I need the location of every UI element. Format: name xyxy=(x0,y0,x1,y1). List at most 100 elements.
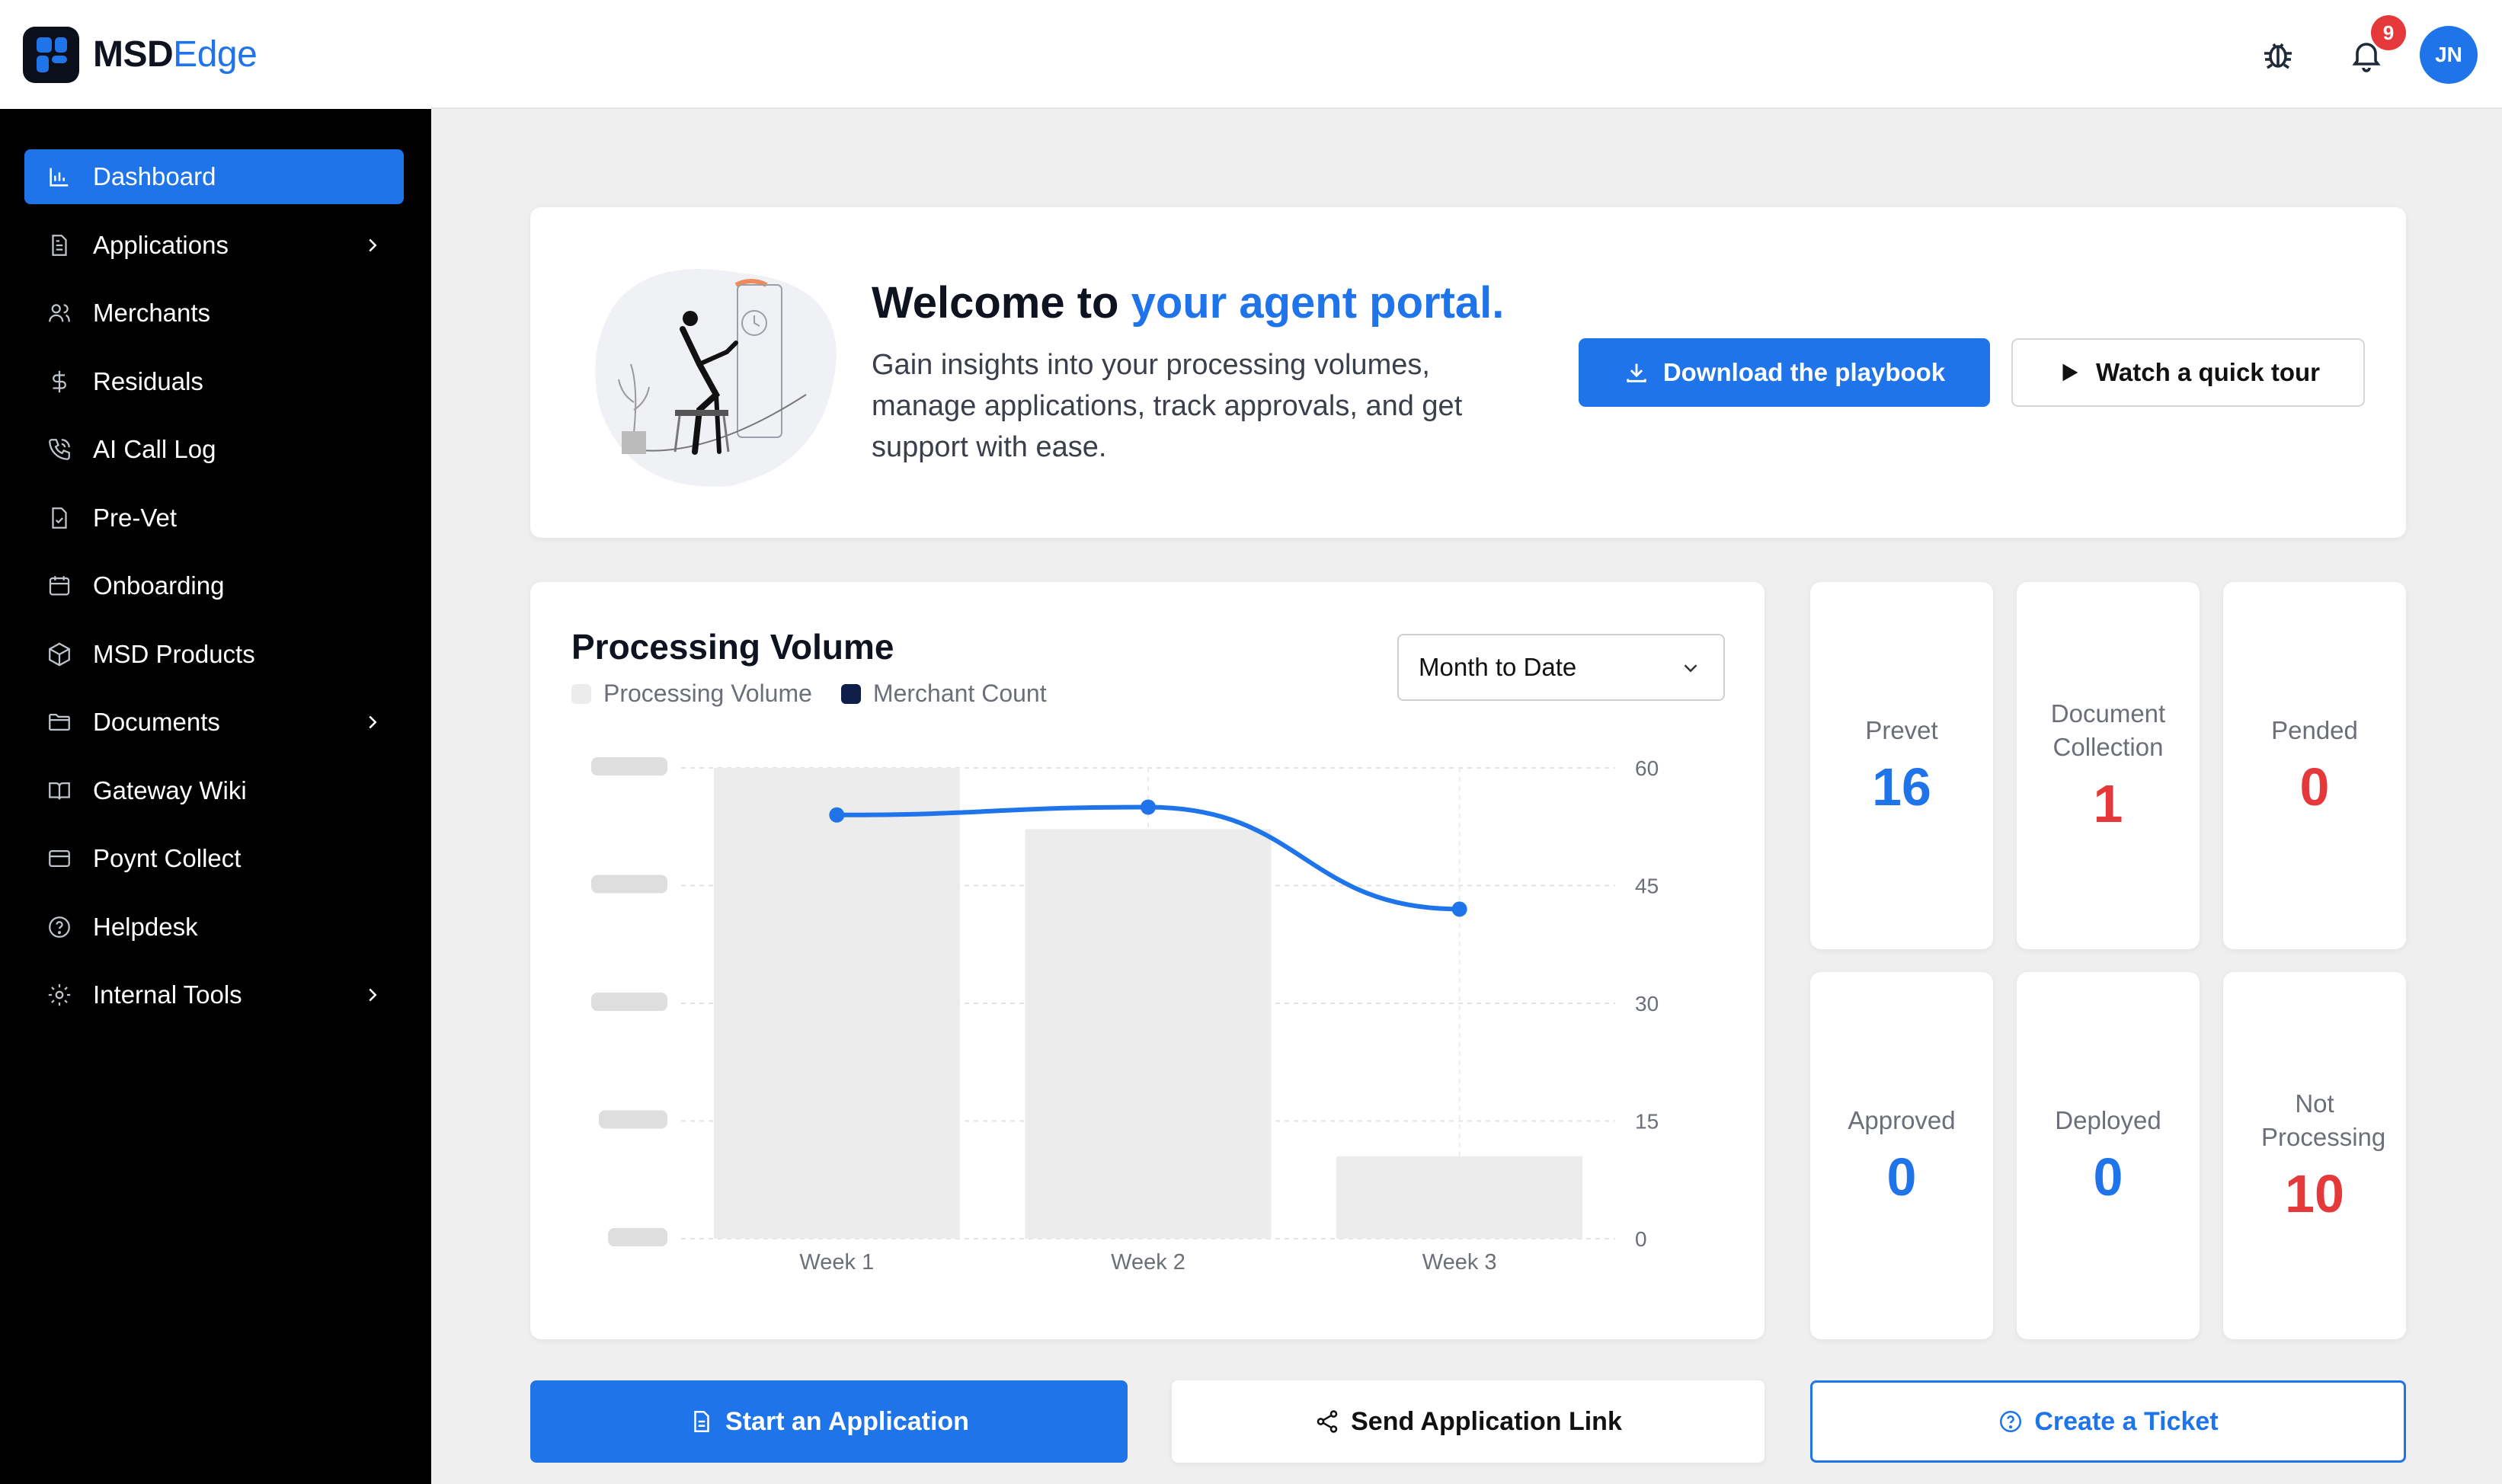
welcome-description: Gain insights into your processing volum… xyxy=(872,349,1463,463)
stat-label: Pended xyxy=(2271,716,2358,744)
stat-value: 1 xyxy=(2093,774,2123,833)
notification-badge: 9 xyxy=(2371,15,2406,50)
users-icon xyxy=(44,298,75,328)
stat-card-deployed[interactable]: Deployed 0 xyxy=(2017,972,2200,1339)
processing-volume-card: 0 15 30 45 60 Week 1 Week 2 Week 3 Processing V… xyxy=(530,582,1765,1339)
sidebar-item-label: Residuals xyxy=(93,366,203,395)
chevron-right-icon[interactable] xyxy=(361,983,384,1006)
download-playbook-button[interactable]: Download the playbook xyxy=(1579,338,1990,407)
sidebar-item-label: Applications xyxy=(93,230,229,259)
stat-label: Not Processing xyxy=(2261,1089,2386,1151)
merchant-count-point xyxy=(829,807,845,823)
y-right-tick-label: 15 xyxy=(1635,1110,1659,1134)
stat-card-not-processing[interactable]: Not Processing 10 xyxy=(2223,972,2406,1339)
file-icon xyxy=(44,230,75,261)
sidebar-item-label: Merchants xyxy=(93,299,211,327)
y-left-tick-label-blurred xyxy=(599,1110,667,1129)
create-ticket-label: Create a Ticket xyxy=(2034,1406,2219,1436)
send-application-link-button[interactable]: Send Application Link xyxy=(1172,1380,1765,1463)
play-icon xyxy=(2062,363,2078,382)
sidebar-item-dashboard[interactable]: Dashboard xyxy=(24,149,404,204)
book-icon xyxy=(44,776,75,806)
stat-label: Approved xyxy=(1848,1106,1956,1134)
sidebar-item-label: AI Call Log xyxy=(93,435,216,463)
y-left-tick-label-blurred xyxy=(591,757,667,776)
stat-value: 0 xyxy=(1886,1147,1917,1207)
sidebar-item-documents[interactable]: Documents xyxy=(24,695,404,750)
legend-item-merchant-count[interactable]: Merchant Count xyxy=(840,680,1047,708)
sidebar-item-pre-vet[interactable]: Pre-Vet xyxy=(24,491,404,545)
period-select-value: Month to Date xyxy=(1419,653,1577,681)
bug-icon[interactable] xyxy=(2260,37,2296,73)
sidebar-item-gateway-wiki[interactable]: Gateway Wiki xyxy=(24,763,404,818)
sidebar-item-helpdesk[interactable]: Helpdesk xyxy=(24,900,404,955)
sidebar-item-poynt-collect[interactable]: Poynt Collect xyxy=(24,831,404,886)
welcome-title: Welcome to your agent portal. xyxy=(872,278,1505,328)
user-avatar[interactable]: JN xyxy=(2420,26,2478,84)
download-playbook-label: Download the playbook xyxy=(1662,358,1946,386)
chevron-right-icon[interactable] xyxy=(361,234,384,257)
file-icon xyxy=(694,1410,709,1433)
sidebar-item-label: MSD Products xyxy=(93,639,255,668)
y-right-tick-label: 30 xyxy=(1635,992,1659,1015)
sidebar-item-label: Pre-Vet xyxy=(93,503,178,532)
create-ticket-button[interactable]: Create a Ticket xyxy=(1810,1380,2406,1463)
y-left-tick-label-blurred xyxy=(608,1228,667,1246)
stat-value: 0 xyxy=(2093,1147,2123,1207)
credit-card-icon xyxy=(44,843,75,874)
sidebar-item-label: Internal Tools xyxy=(93,980,242,1009)
help-circle-icon xyxy=(44,912,75,942)
stat-value: 16 xyxy=(1872,757,1931,817)
welcome-illustration xyxy=(595,269,837,487)
sidebar-item-applications[interactable]: Applications xyxy=(24,218,404,273)
start-application-button[interactable]: Start an Application xyxy=(530,1380,1128,1463)
y-left-tick-label-blurred xyxy=(591,875,667,894)
sidebar-item-msd-products[interactable]: MSD Products xyxy=(24,627,404,682)
start-application-label: Start an Application xyxy=(725,1406,969,1436)
brand-logo-icon[interactable] xyxy=(23,26,79,83)
sidebar-item-label: Dashboard xyxy=(93,162,216,190)
sidebar-item-label: Onboarding xyxy=(93,571,225,600)
sidebar-item-label: Poynt Collect xyxy=(93,844,242,872)
help-circle-icon xyxy=(2000,1410,2022,1433)
file-check-icon xyxy=(44,503,75,533)
sidebar-item-residuals[interactable]: Residuals xyxy=(24,354,404,409)
legend-item-processing-volume[interactable]: Processing Volume xyxy=(571,680,812,708)
sidebar-item-internal-tools[interactable]: Internal Tools xyxy=(24,967,404,1022)
processing-volume-title: Processing Volume xyxy=(571,627,894,667)
sidebar-item-ai-call-log[interactable]: AI Call Log xyxy=(24,422,404,477)
x-tick-label: Week 2 xyxy=(1111,1250,1185,1275)
legend-label: Merchant Count xyxy=(872,680,1047,707)
brand-name: MSDEdge xyxy=(93,34,258,75)
chevron-down-icon xyxy=(1684,664,1697,673)
sidebar-item-merchants[interactable]: Merchants xyxy=(24,286,404,341)
y-right-tick-label: 45 xyxy=(1635,875,1659,898)
calendar-icon xyxy=(44,571,75,601)
stat-card-pended[interactable]: Pended 0 xyxy=(2223,582,2406,949)
stat-card-prevet[interactable]: Prevet 16 xyxy=(1810,582,1993,949)
stat-card-document-collection[interactable]: Document Collection 1 xyxy=(2017,582,2200,949)
period-select[interactable]: Month to Date xyxy=(1397,634,1725,701)
sidebar-item-label: Documents xyxy=(93,708,220,736)
topbar xyxy=(431,0,2502,109)
stat-label: Deployed xyxy=(2055,1106,2161,1134)
bar xyxy=(713,768,960,1239)
gear-icon xyxy=(44,980,75,1010)
phone-icon xyxy=(44,434,75,465)
sidebar-item-label: Gateway Wiki xyxy=(93,776,247,804)
dollar-icon xyxy=(44,366,75,397)
box-icon xyxy=(44,639,75,670)
sidebar-nav: Dashboard Applications Merchants Residua… xyxy=(24,149,404,1036)
stat-card-approved[interactable]: Approved 0 xyxy=(1810,972,1993,1339)
stat-label: Document Collection xyxy=(2050,699,2166,761)
sidebar-item-onboarding[interactable]: Onboarding xyxy=(24,558,404,613)
chevron-right-icon[interactable] xyxy=(361,711,384,734)
y-left-tick-label-blurred xyxy=(591,993,667,1011)
bar-chart-icon xyxy=(44,162,75,192)
x-tick-label: Week 1 xyxy=(799,1250,874,1275)
folder-icon xyxy=(44,707,75,737)
y-right-tick-label: 0 xyxy=(1635,1227,1647,1251)
stat-label: Prevet xyxy=(1865,716,1938,744)
watch-tour-label: Watch a quick tour xyxy=(2096,358,2320,386)
watch-tour-button[interactable]: Watch a quick tour xyxy=(2011,338,2365,407)
